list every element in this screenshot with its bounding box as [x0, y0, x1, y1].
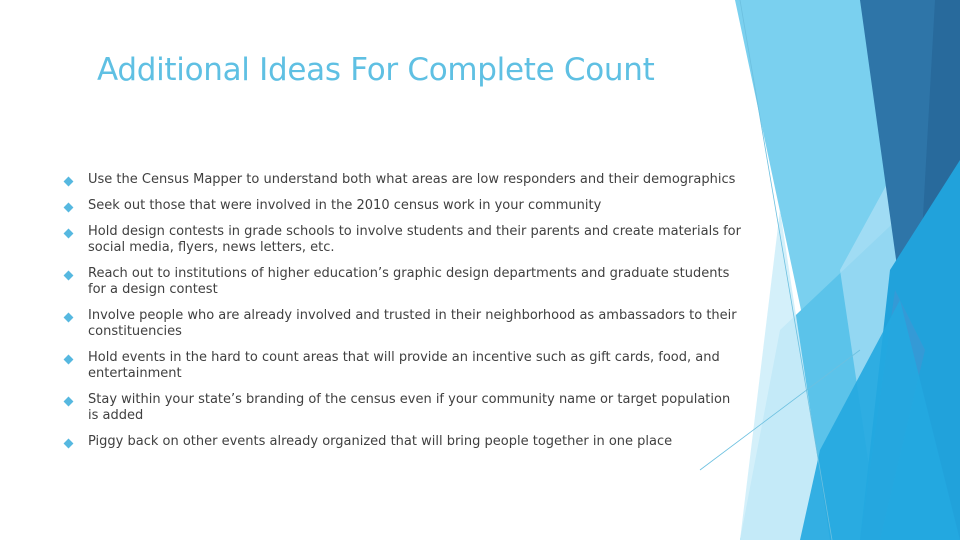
bullet-item: Use the Census Mapper to understand both…	[62, 172, 742, 188]
bullet-text: Involve people who are already involved …	[88, 308, 737, 339]
bullet-item: Hold design contests in grade schools to…	[62, 224, 742, 256]
bullet-text: Reach out to institutions of higher educ…	[88, 266, 730, 297]
bullet-text: Stay within your state’s branding of the…	[88, 392, 731, 423]
diamond-bullet-icon	[63, 228, 74, 239]
diamond-bullet-icon	[63, 202, 74, 213]
bullet-item: Involve people who are already involved …	[62, 308, 742, 340]
diamond-bullet-icon	[63, 312, 74, 323]
bullet-item: Stay within your state’s branding of the…	[62, 392, 742, 424]
bullet-item: Hold events in the hard to count areas t…	[62, 350, 742, 382]
bullet-text: Seek out those that were involved in the…	[88, 198, 602, 213]
bullet-text: Hold events in the hard to count areas t…	[88, 350, 720, 381]
bullet-item: Seek out those that were involved in the…	[62, 198, 742, 214]
diamond-bullet-icon	[63, 176, 74, 187]
bullet-item: Piggy back on other events already organ…	[62, 434, 742, 450]
bullet-item: Reach out to institutions of higher educ…	[62, 266, 742, 298]
bullet-text: Hold design contests in grade schools to…	[88, 224, 741, 255]
slide-title: Additional Ideas For Complete Count	[97, 52, 655, 88]
bullet-text: Use the Census Mapper to understand both…	[88, 172, 736, 187]
bullet-text: Piggy back on other events already organ…	[88, 434, 673, 449]
diamond-bullet-icon	[63, 438, 74, 449]
diamond-bullet-icon	[63, 396, 74, 407]
bullet-list: Use the Census Mapper to understand both…	[62, 172, 742, 460]
diamond-bullet-icon	[63, 270, 74, 281]
diamond-bullet-icon	[63, 354, 74, 365]
